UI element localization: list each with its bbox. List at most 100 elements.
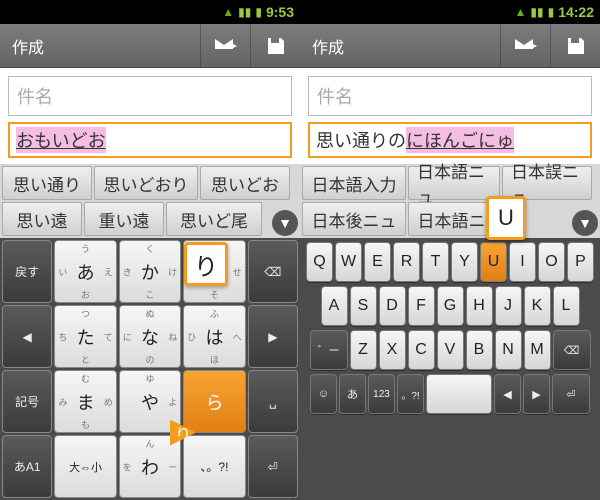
subject-field[interactable]: 件名: [8, 76, 292, 116]
key-v[interactable]: V: [437, 330, 464, 370]
page-title: 作成: [300, 34, 500, 58]
mode-key[interactable]: あ: [339, 374, 366, 414]
cursor-left-key[interactable]: ◀: [494, 374, 521, 414]
key-t[interactable]: T: [422, 242, 449, 282]
key-y[interactable]: Y: [451, 242, 478, 282]
mode-key[interactable]: あA1: [2, 435, 52, 498]
punct-key[interactable]: 。?!: [397, 374, 424, 414]
key-x[interactable]: X: [379, 330, 406, 370]
qwerty-keyboard: U Q W E R T Y U I O P A S D F G H J K L …: [300, 238, 600, 500]
candidate[interactable]: 思い遠: [2, 202, 82, 236]
statusbar: ▲ ▮▮ ▮ 14:22: [300, 0, 600, 24]
key-a[interactable]: A: [321, 286, 348, 326]
candidate[interactable]: 思い通り: [2, 166, 92, 200]
flick-popup: り: [184, 242, 228, 286]
emoji-key[interactable]: ☺: [310, 374, 337, 414]
key-ma[interactable]: むみまめも: [54, 370, 116, 433]
phone-left: ▲ ▮▮ ▮ 9:53 作成 件名 おもいどお 思い通り 思いどおり 思いどお …: [0, 0, 300, 500]
candidate[interactable]: 日本誤ニュ: [502, 166, 592, 200]
cursor-right-key[interactable]: ▶: [523, 374, 550, 414]
candidate[interactable]: 重い遠: [84, 202, 164, 236]
send-icon: [215, 37, 237, 55]
undo-key[interactable]: 戻す: [2, 240, 52, 303]
composing-text: にほんごにゅ: [406, 127, 514, 153]
key-n[interactable]: N: [495, 330, 522, 370]
wifi-icon: ▲: [514, 5, 526, 19]
key-ta[interactable]: つちたてと: [54, 305, 116, 368]
battery-icon: ▮: [548, 5, 555, 19]
actionbar: 作成: [0, 24, 300, 68]
cursor-left-key[interactable]: ◀: [2, 305, 52, 368]
key-s[interactable]: S: [350, 286, 377, 326]
key-b[interactable]: B: [466, 330, 493, 370]
qwerty-row-3: ゛ー Z X C V B N M ⌫: [302, 330, 598, 370]
key-p[interactable]: P: [567, 242, 594, 282]
qwerty-row-2: A S D F G H J K L: [302, 286, 598, 326]
candidate[interactable]: 日本語入力: [302, 166, 406, 200]
save-icon: [266, 36, 286, 56]
space-key[interactable]: ␣: [248, 370, 298, 433]
key-ra[interactable]: ら: [183, 370, 245, 433]
candidate[interactable]: 日本語ニュ: [408, 166, 500, 200]
punct-key[interactable]: 、。?!: [183, 435, 245, 498]
backspace-key[interactable]: ⌫: [553, 330, 591, 370]
key-u[interactable]: U: [480, 242, 507, 282]
key-j[interactable]: J: [495, 286, 522, 326]
key-r[interactable]: R: [393, 242, 420, 282]
wifi-icon: ▲: [222, 5, 234, 19]
enter-key[interactable]: ⏎: [248, 435, 298, 498]
daku-key[interactable]: 大⇔小: [54, 435, 116, 498]
candidate[interactable]: 思いどお: [200, 166, 290, 200]
key-ka[interactable]: くきかけこ: [119, 240, 181, 303]
key-m[interactable]: M: [524, 330, 551, 370]
phone-right: ▲ ▮▮ ▮ 14:22 作成 件名 思い通りのにほんごにゅ 日本語入力 日本語…: [300, 0, 600, 500]
candidate[interactable]: 思いどおり: [94, 166, 198, 200]
actionbar: 作成: [300, 24, 600, 68]
expand-candidates-button[interactable]: ▼: [272, 210, 298, 236]
key-a[interactable]: ういあえお: [54, 240, 116, 303]
body-field[interactable]: 思い通りのにほんごにゅ: [308, 122, 592, 158]
space-key[interactable]: [426, 374, 492, 414]
send-button[interactable]: [500, 24, 550, 67]
candidate[interactable]: 思いど尾: [166, 202, 262, 236]
candidate[interactable]: 日本後ニュ: [302, 202, 406, 236]
save-button[interactable]: [550, 24, 600, 67]
qwerty-row-1: Q W E R T Y U I O P: [302, 242, 598, 282]
cursor-right-key[interactable]: ▶: [248, 305, 298, 368]
send-button[interactable]: [200, 24, 250, 67]
statusbar: ▲ ▮▮ ▮ 9:53: [0, 0, 300, 24]
candidate-bar: 日本語入力 日本語ニュ 日本誤ニュ 日本後ニュ 日本語ニュ ▼: [300, 164, 600, 238]
kana-keyboard: り 戻す ういあえお くきかけこ すしさせそ ⌫ ◀ つちたてと ぬになねの ふ…: [0, 238, 300, 500]
composing-text: おもいどお: [16, 127, 106, 153]
key-i[interactable]: I: [509, 242, 536, 282]
daku-key[interactable]: ゛ー: [310, 330, 348, 370]
key-o[interactable]: O: [538, 242, 565, 282]
key-g[interactable]: G: [437, 286, 464, 326]
enter-key[interactable]: ⏎: [552, 374, 590, 414]
signal-icon: ▮▮: [530, 5, 543, 19]
expand-candidates-button[interactable]: ▼: [572, 210, 598, 236]
subject-field[interactable]: 件名: [308, 76, 592, 116]
key-z[interactable]: Z: [350, 330, 377, 370]
key-e[interactable]: E: [364, 242, 391, 282]
backspace-key[interactable]: ⌫: [248, 240, 298, 303]
symbol-key[interactable]: 記号: [2, 370, 52, 433]
body-field[interactable]: おもいどお: [8, 122, 292, 158]
key-q[interactable]: Q: [306, 242, 333, 282]
key-w[interactable]: W: [335, 242, 362, 282]
fixed-text: 思い通りの: [316, 127, 406, 153]
key-l[interactable]: L: [553, 286, 580, 326]
num-key[interactable]: 123: [368, 374, 395, 414]
key-ha[interactable]: ふひはへほ: [183, 305, 245, 368]
key-c[interactable]: C: [408, 330, 435, 370]
key-d[interactable]: D: [379, 286, 406, 326]
key-popup: U: [486, 196, 526, 240]
key-na[interactable]: ぬになねの: [119, 305, 181, 368]
key-f[interactable]: F: [408, 286, 435, 326]
status-time: 14:22: [558, 4, 594, 20]
key-k[interactable]: K: [524, 286, 551, 326]
candidate-bar: 思い通り 思いどおり 思いどお 思い遠 重い遠 思いど尾 ▼: [0, 164, 300, 238]
status-time: 9:53: [266, 4, 294, 20]
save-button[interactable]: [250, 24, 300, 67]
key-h[interactable]: H: [466, 286, 493, 326]
